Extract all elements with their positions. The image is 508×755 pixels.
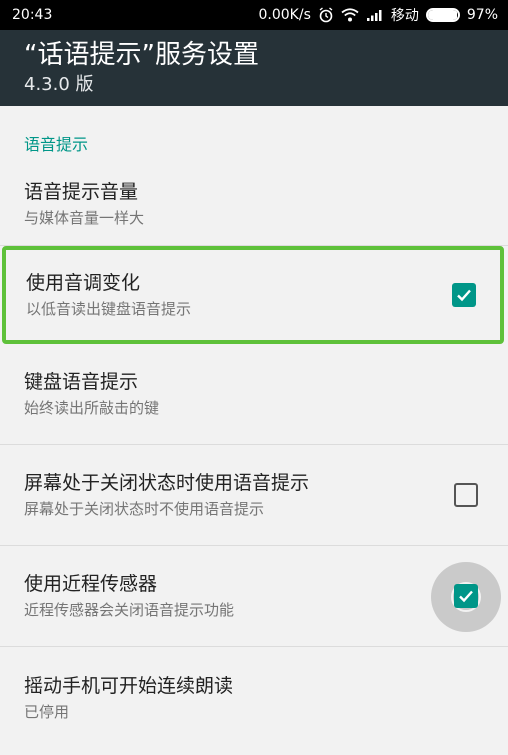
- battery-icon: [425, 8, 460, 22]
- pref-pitch-change[interactable]: 使用音调变化 以低音读出键盘语音提示: [2, 246, 504, 344]
- pref-title: 使用音调变化: [26, 272, 141, 294]
- battery-percent: 97%: [466, 7, 498, 23]
- pref-proximity[interactable]: 使用近程传感器 近程传感器会关闭语音提示功能: [0, 546, 508, 647]
- screen-off-checkbox[interactable]: [454, 483, 478, 507]
- pitch-change-checkbox[interactable]: [452, 283, 476, 307]
- pref-title: 屏幕处于关闭状态时使用语音提示: [24, 472, 310, 494]
- status-time: 20:43: [12, 7, 53, 23]
- pref-summary: 屏幕处于关闭状态时不使用语音提示: [24, 500, 265, 518]
- carrier-name: 移动: [390, 8, 419, 24]
- wifi-icon: [341, 8, 359, 22]
- alarm-icon: [318, 7, 334, 23]
- checkmark-icon: [459, 590, 473, 603]
- pref-summary: 已停用: [24, 702, 70, 721]
- pref-volume[interactable]: 语音提示音量 与媒体音量一样大: [0, 164, 508, 246]
- category-header: 语音提示: [24, 135, 89, 154]
- pref-text: 语音提示音量 与媒体音量一样大: [24, 178, 144, 230]
- network-speed: 0.00K/s: [258, 7, 311, 23]
- status-right: 0.00K/s 移动 97%: [259, 5, 499, 25]
- settings-list: 语音提示 语音提示音量 与媒体音量一样大 使用音调变化 以低音读出键盘语音提示 …: [0, 106, 508, 748]
- app-bar: “话语提示”服务设置 4.3.0 版: [0, 30, 508, 106]
- pref-text: 键盘语音提示 始终读出所敲击的键: [24, 368, 159, 420]
- version-label: 4.3.0 版: [24, 74, 94, 95]
- signal-icon: [366, 8, 384, 22]
- pref-text: 屏幕处于关闭状态时使用语音提示 屏幕处于关闭状态时不使用语音提示: [24, 469, 309, 521]
- pref-title: 键盘语音提示: [24, 371, 139, 393]
- pref-summary: 与媒体音量一样大: [24, 209, 145, 227]
- pref-text: 使用近程传感器 近程传感器会关闭语音提示功能: [24, 570, 234, 622]
- battery-fill: [427, 10, 457, 20]
- pref-summary: 始终读出所敲击的键: [24, 399, 160, 417]
- status-bar: 20:43 0.00K/s 移动 97%: [0, 0, 508, 30]
- pref-title: 摇动手机可开始连续朗读: [24, 674, 234, 697]
- pref-title: 语音提示音量: [24, 181, 139, 203]
- page-title: “话语提示”服务设置: [24, 40, 259, 70]
- pref-summary: 近程传感器会关闭语音提示功能: [24, 601, 235, 619]
- pref-screen-off[interactable]: 屏幕处于关闭状态时使用语音提示 屏幕处于关闭状态时不使用语音提示: [0, 445, 508, 546]
- pref-summary: 以低音读出键盘语音提示: [26, 300, 192, 318]
- checkmark-icon: [457, 289, 471, 302]
- pref-title: 使用近程传感器: [24, 573, 158, 595]
- pref-shake-to-read[interactable]: 摇动手机可开始连续朗读 已停用: [0, 647, 508, 748]
- pref-text: 摇动手机可开始连续朗读 已停用: [24, 672, 233, 724]
- proximity-checkbox[interactable]: [454, 584, 478, 608]
- pref-keyboard-echo[interactable]: 键盘语音提示 始终读出所敲击的键: [0, 344, 508, 445]
- pref-text: 使用音调变化 以低音读出键盘语音提示: [26, 269, 191, 321]
